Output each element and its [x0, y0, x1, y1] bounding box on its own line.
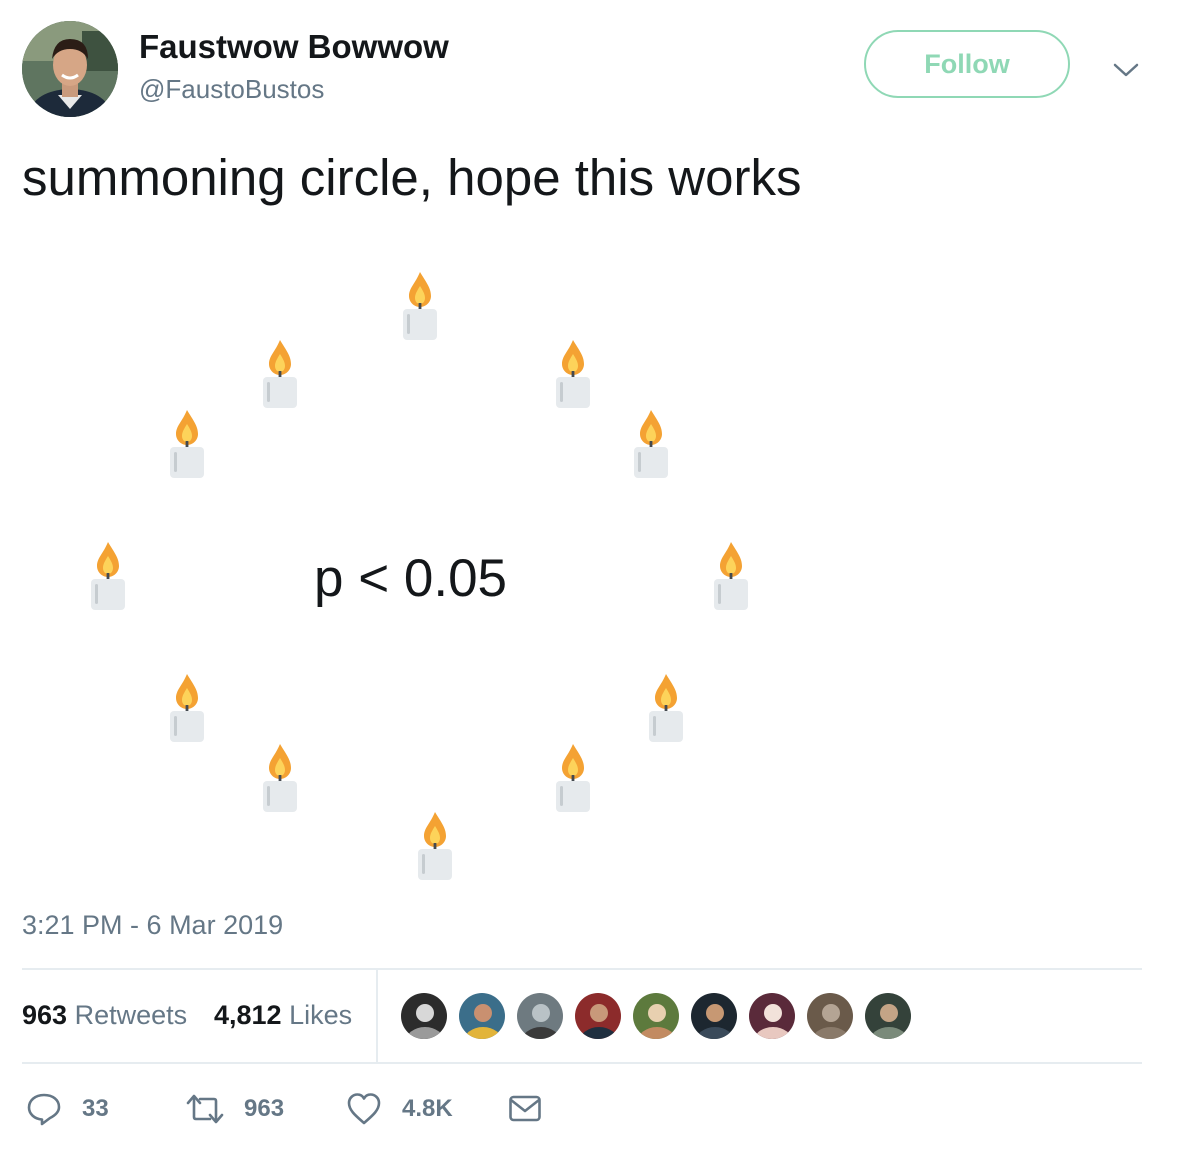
retweet-count: 963: [244, 1095, 285, 1122]
retweets-stat[interactable]: 963 Retweets: [22, 998, 187, 1032]
message-action[interactable]: [508, 1090, 542, 1128]
heart-icon: [347, 1093, 381, 1125]
candle-icon: [167, 672, 207, 744]
candle-icon: [400, 270, 440, 342]
candle-icon: [88, 540, 128, 612]
likes-stat-count: 4,812: [214, 1000, 282, 1030]
likes-stat-label: Likes: [289, 1000, 353, 1030]
candle-icon: [260, 338, 300, 410]
liker-avatar[interactable]: [632, 992, 680, 1040]
divider-bottom: [22, 1062, 1142, 1064]
author-avatar[interactable]: [22, 21, 118, 117]
chevron-down-icon: [1113, 63, 1139, 77]
liker-avatar[interactable]: [400, 992, 448, 1040]
likes-stat[interactable]: 4,812 Likes: [214, 998, 352, 1032]
candle-icon: [415, 810, 455, 882]
like-count: 4.8K: [402, 1095, 453, 1122]
liker-avatar[interactable]: [864, 992, 912, 1040]
reply-action[interactable]: 33: [26, 1090, 109, 1128]
liker-avatar[interactable]: [458, 992, 506, 1040]
candle-icon: [167, 408, 207, 480]
liker-avatar[interactable]: [748, 992, 796, 1040]
retweets-stat-label: Retweets: [74, 1000, 188, 1030]
reply-count: 33: [82, 1095, 109, 1122]
tweet-text: summoning circle, hope this works: [22, 149, 802, 206]
candle-icon: [646, 672, 686, 744]
reply-icon: [27, 1093, 61, 1126]
center-formula-text: p < 0.05: [314, 549, 508, 608]
retweet-icon: [186, 1094, 224, 1124]
retweet-action[interactable]: 963: [186, 1090, 284, 1128]
author-avatar-photo: [22, 21, 118, 117]
candle-icon: [631, 408, 671, 480]
divider-top: [22, 968, 1142, 970]
candle-icon: [260, 742, 300, 814]
liker-avatar[interactable]: [806, 992, 854, 1040]
candle-icon: [711, 540, 751, 612]
follow-button[interactable]: Follow: [864, 30, 1070, 98]
author-display-name[interactable]: Faustwow Bowwow: [139, 28, 449, 66]
liker-avatar[interactable]: [516, 992, 564, 1040]
author-handle[interactable]: @FaustoBustos: [139, 74, 324, 104]
tweet-timestamp[interactable]: 3:21 PM - 6 Mar 2019: [22, 908, 283, 942]
more-options-button[interactable]: [1108, 52, 1144, 88]
candle-icon: [553, 338, 593, 410]
liker-avatar[interactable]: [690, 992, 738, 1040]
stats-divider: [376, 970, 378, 1062]
candle-icon: [553, 742, 593, 814]
envelope-icon: [509, 1095, 541, 1122]
liker-avatar[interactable]: [574, 992, 622, 1040]
retweets-stat-count: 963: [22, 1000, 68, 1030]
like-action[interactable]: 4.8K: [346, 1090, 453, 1128]
